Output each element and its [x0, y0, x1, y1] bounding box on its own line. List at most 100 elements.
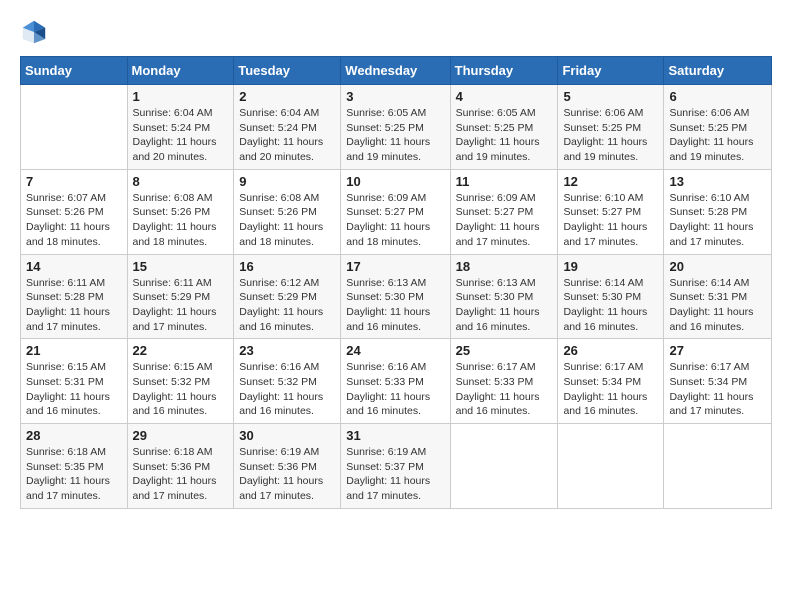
day-info: Sunrise: 6:16 AMSunset: 5:32 PMDaylight:…: [239, 360, 335, 419]
day-info: Sunrise: 6:12 AMSunset: 5:29 PMDaylight:…: [239, 276, 335, 335]
day-number: 13: [669, 174, 766, 189]
header-row: SundayMondayTuesdayWednesdayThursdayFrid…: [21, 57, 772, 85]
week-row-1: 1Sunrise: 6:04 AMSunset: 5:24 PMDaylight…: [21, 85, 772, 170]
day-number: 4: [456, 89, 553, 104]
calendar-cell: 5 Sunrise: 6:06 AMSunset: 5:25 PMDaylight…: [558, 85, 664, 170]
week-row-3: 14 Sunrise: 6:11 AMSunset: 5:28 PMDayligh…: [21, 254, 772, 339]
day-info: Sunrise: 6:04 AMSunset: 5:24 PMDaylight:…: [133, 106, 229, 165]
day-info: Sunrise: 6:07 AMSunset: 5:26 PMDaylight:…: [26, 191, 122, 250]
day-info: Sunrise: 6:18 AMSunset: 5:35 PMDaylight:…: [26, 445, 122, 504]
day-number: 3: [346, 89, 444, 104]
day-number: 9: [239, 174, 335, 189]
calendar-cell: 27 Sunrise: 6:17 AMSunset: 5:34 PMDayligh…: [664, 339, 772, 424]
calendar-cell: 16 Sunrise: 6:12 AMSunset: 5:29 PMDayligh…: [234, 254, 341, 339]
header-day-monday: Monday: [127, 57, 234, 85]
day-number: 25: [456, 343, 553, 358]
header-day-tuesday: Tuesday: [234, 57, 341, 85]
day-number: 8: [133, 174, 229, 189]
week-row-4: 21Sunrise: 6:15 AMSunset: 5:31 PMDayligh…: [21, 339, 772, 424]
day-number: 22: [133, 343, 229, 358]
day-number: 7: [26, 174, 122, 189]
logo-icon: [20, 18, 48, 46]
day-info: Sunrise: 6:15 AMSunset: 5:32 PMDaylight:…: [133, 360, 229, 419]
day-number: 28: [26, 428, 122, 443]
calendar-cell: 23 Sunrise: 6:16 AMSunset: 5:32 PMDayligh…: [234, 339, 341, 424]
calendar-cell: 22 Sunrise: 6:15 AMSunset: 5:32 PMDayligh…: [127, 339, 234, 424]
calendar-cell: 18 Sunrise: 6:13 AMSunset: 5:30 PMDayligh…: [450, 254, 558, 339]
day-number: 31: [346, 428, 444, 443]
day-info: Sunrise: 6:14 AMSunset: 5:30 PMDaylight:…: [563, 276, 658, 335]
calendar-cell: 6Sunrise: 6:06 AMSunset: 5:25 PMDaylight…: [664, 85, 772, 170]
calendar-cell: 14 Sunrise: 6:11 AMSunset: 5:28 PMDayligh…: [21, 254, 128, 339]
logo: [20, 18, 52, 46]
calendar-cell: 17Sunrise: 6:13 AMSunset: 5:30 PMDayligh…: [341, 254, 450, 339]
day-info: Sunrise: 6:17 AMSunset: 5:34 PMDaylight:…: [669, 360, 766, 419]
day-info: Sunrise: 6:16 AMSunset: 5:33 PMDaylight:…: [346, 360, 444, 419]
day-number: 15: [133, 259, 229, 274]
day-info: Sunrise: 6:10 AMSunset: 5:27 PMDaylight:…: [563, 191, 658, 250]
day-number: 5: [563, 89, 658, 104]
day-number: 26: [563, 343, 658, 358]
day-info: Sunrise: 6:11 AMSunset: 5:28 PMDaylight:…: [26, 276, 122, 335]
day-number: 11: [456, 174, 553, 189]
day-info: Sunrise: 6:10 AMSunset: 5:28 PMDaylight:…: [669, 191, 766, 250]
day-info: Sunrise: 6:09 AMSunset: 5:27 PMDaylight:…: [346, 191, 444, 250]
calendar-cell: 4Sunrise: 6:05 AMSunset: 5:25 PMDaylight…: [450, 85, 558, 170]
calendar-cell: [450, 424, 558, 509]
calendar-table: SundayMondayTuesdayWednesdayThursdayFrid…: [20, 56, 772, 509]
day-number: 20: [669, 259, 766, 274]
header-day-sunday: Sunday: [21, 57, 128, 85]
calendar-cell: 21Sunrise: 6:15 AMSunset: 5:31 PMDayligh…: [21, 339, 128, 424]
calendar-cell: 24Sunrise: 6:16 AMSunset: 5:33 PMDayligh…: [341, 339, 450, 424]
day-info: Sunrise: 6:08 AMSunset: 5:26 PMDaylight:…: [239, 191, 335, 250]
calendar-cell: 12 Sunrise: 6:10 AMSunset: 5:27 PMDayligh…: [558, 169, 664, 254]
day-info: Sunrise: 6:14 AMSunset: 5:31 PMDaylight:…: [669, 276, 766, 335]
day-number: 6: [669, 89, 766, 104]
day-info: Sunrise: 6:09 AMSunset: 5:27 PMDaylight:…: [456, 191, 553, 250]
day-number: 23: [239, 343, 335, 358]
day-info: Sunrise: 6:19 AMSunset: 5:36 PMDaylight:…: [239, 445, 335, 504]
day-number: 12: [563, 174, 658, 189]
day-number: 16: [239, 259, 335, 274]
day-number: 14: [26, 259, 122, 274]
day-number: 27: [669, 343, 766, 358]
calendar-cell: 31 Sunrise: 6:19 AMSunset: 5:37 PMDayligh…: [341, 424, 450, 509]
day-number: 18: [456, 259, 553, 274]
week-row-2: 7 Sunrise: 6:07 AMSunset: 5:26 PMDaylight…: [21, 169, 772, 254]
day-info: Sunrise: 6:11 AMSunset: 5:29 PMDaylight:…: [133, 276, 229, 335]
day-number: 30: [239, 428, 335, 443]
day-info: Sunrise: 6:13 AMSunset: 5:30 PMDaylight:…: [346, 276, 444, 335]
calendar-cell: 19 Sunrise: 6:14 AMSunset: 5:30 PMDayligh…: [558, 254, 664, 339]
day-info: Sunrise: 6:06 AMSunset: 5:25 PMDaylight:…: [563, 106, 658, 165]
calendar-cell: 10Sunrise: 6:09 AMSunset: 5:27 PMDayligh…: [341, 169, 450, 254]
calendar-cell: 26Sunrise: 6:17 AMSunset: 5:34 PMDayligh…: [558, 339, 664, 424]
calendar-cell: 20 Sunrise: 6:14 AMSunset: 5:31 PMDayligh…: [664, 254, 772, 339]
day-number: 21: [26, 343, 122, 358]
calendar-cell: 30 Sunrise: 6:19 AMSunset: 5:36 PMDayligh…: [234, 424, 341, 509]
calendar-cell: 25 Sunrise: 6:17 AMSunset: 5:33 PMDayligh…: [450, 339, 558, 424]
calendar-cell: 11 Sunrise: 6:09 AMSunset: 5:27 PMDayligh…: [450, 169, 558, 254]
calendar-body: 1Sunrise: 6:04 AMSunset: 5:24 PMDaylight…: [21, 85, 772, 509]
calendar-cell: 29 Sunrise: 6:18 AMSunset: 5:36 PMDayligh…: [127, 424, 234, 509]
header-day-friday: Friday: [558, 57, 664, 85]
header-day-wednesday: Wednesday: [341, 57, 450, 85]
calendar-cell: 13 Sunrise: 6:10 AMSunset: 5:28 PMDayligh…: [664, 169, 772, 254]
day-info: Sunrise: 6:17 AMSunset: 5:33 PMDaylight:…: [456, 360, 553, 419]
day-info: Sunrise: 6:19 AMSunset: 5:37 PMDaylight:…: [346, 445, 444, 504]
calendar-cell: 28 Sunrise: 6:18 AMSunset: 5:35 PMDayligh…: [21, 424, 128, 509]
page: SundayMondayTuesdayWednesdayThursdayFrid…: [0, 0, 792, 612]
day-info: Sunrise: 6:13 AMSunset: 5:30 PMDaylight:…: [456, 276, 553, 335]
day-info: Sunrise: 6:18 AMSunset: 5:36 PMDaylight:…: [133, 445, 229, 504]
day-number: 2: [239, 89, 335, 104]
calendar-cell: [558, 424, 664, 509]
calendar-cell: [664, 424, 772, 509]
day-number: 29: [133, 428, 229, 443]
calendar-cell: 9 Sunrise: 6:08 AMSunset: 5:26 PMDaylight…: [234, 169, 341, 254]
week-row-5: 28 Sunrise: 6:18 AMSunset: 5:35 PMDayligh…: [21, 424, 772, 509]
day-info: Sunrise: 6:04 AMSunset: 5:24 PMDaylight:…: [239, 106, 335, 165]
calendar-cell: 8Sunrise: 6:08 AMSunset: 5:26 PMDaylight…: [127, 169, 234, 254]
calendar-header: SundayMondayTuesdayWednesdayThursdayFrid…: [21, 57, 772, 85]
calendar-cell: 3Sunrise: 6:05 AMSunset: 5:25 PMDaylight…: [341, 85, 450, 170]
day-number: 19: [563, 259, 658, 274]
header: [20, 18, 772, 46]
